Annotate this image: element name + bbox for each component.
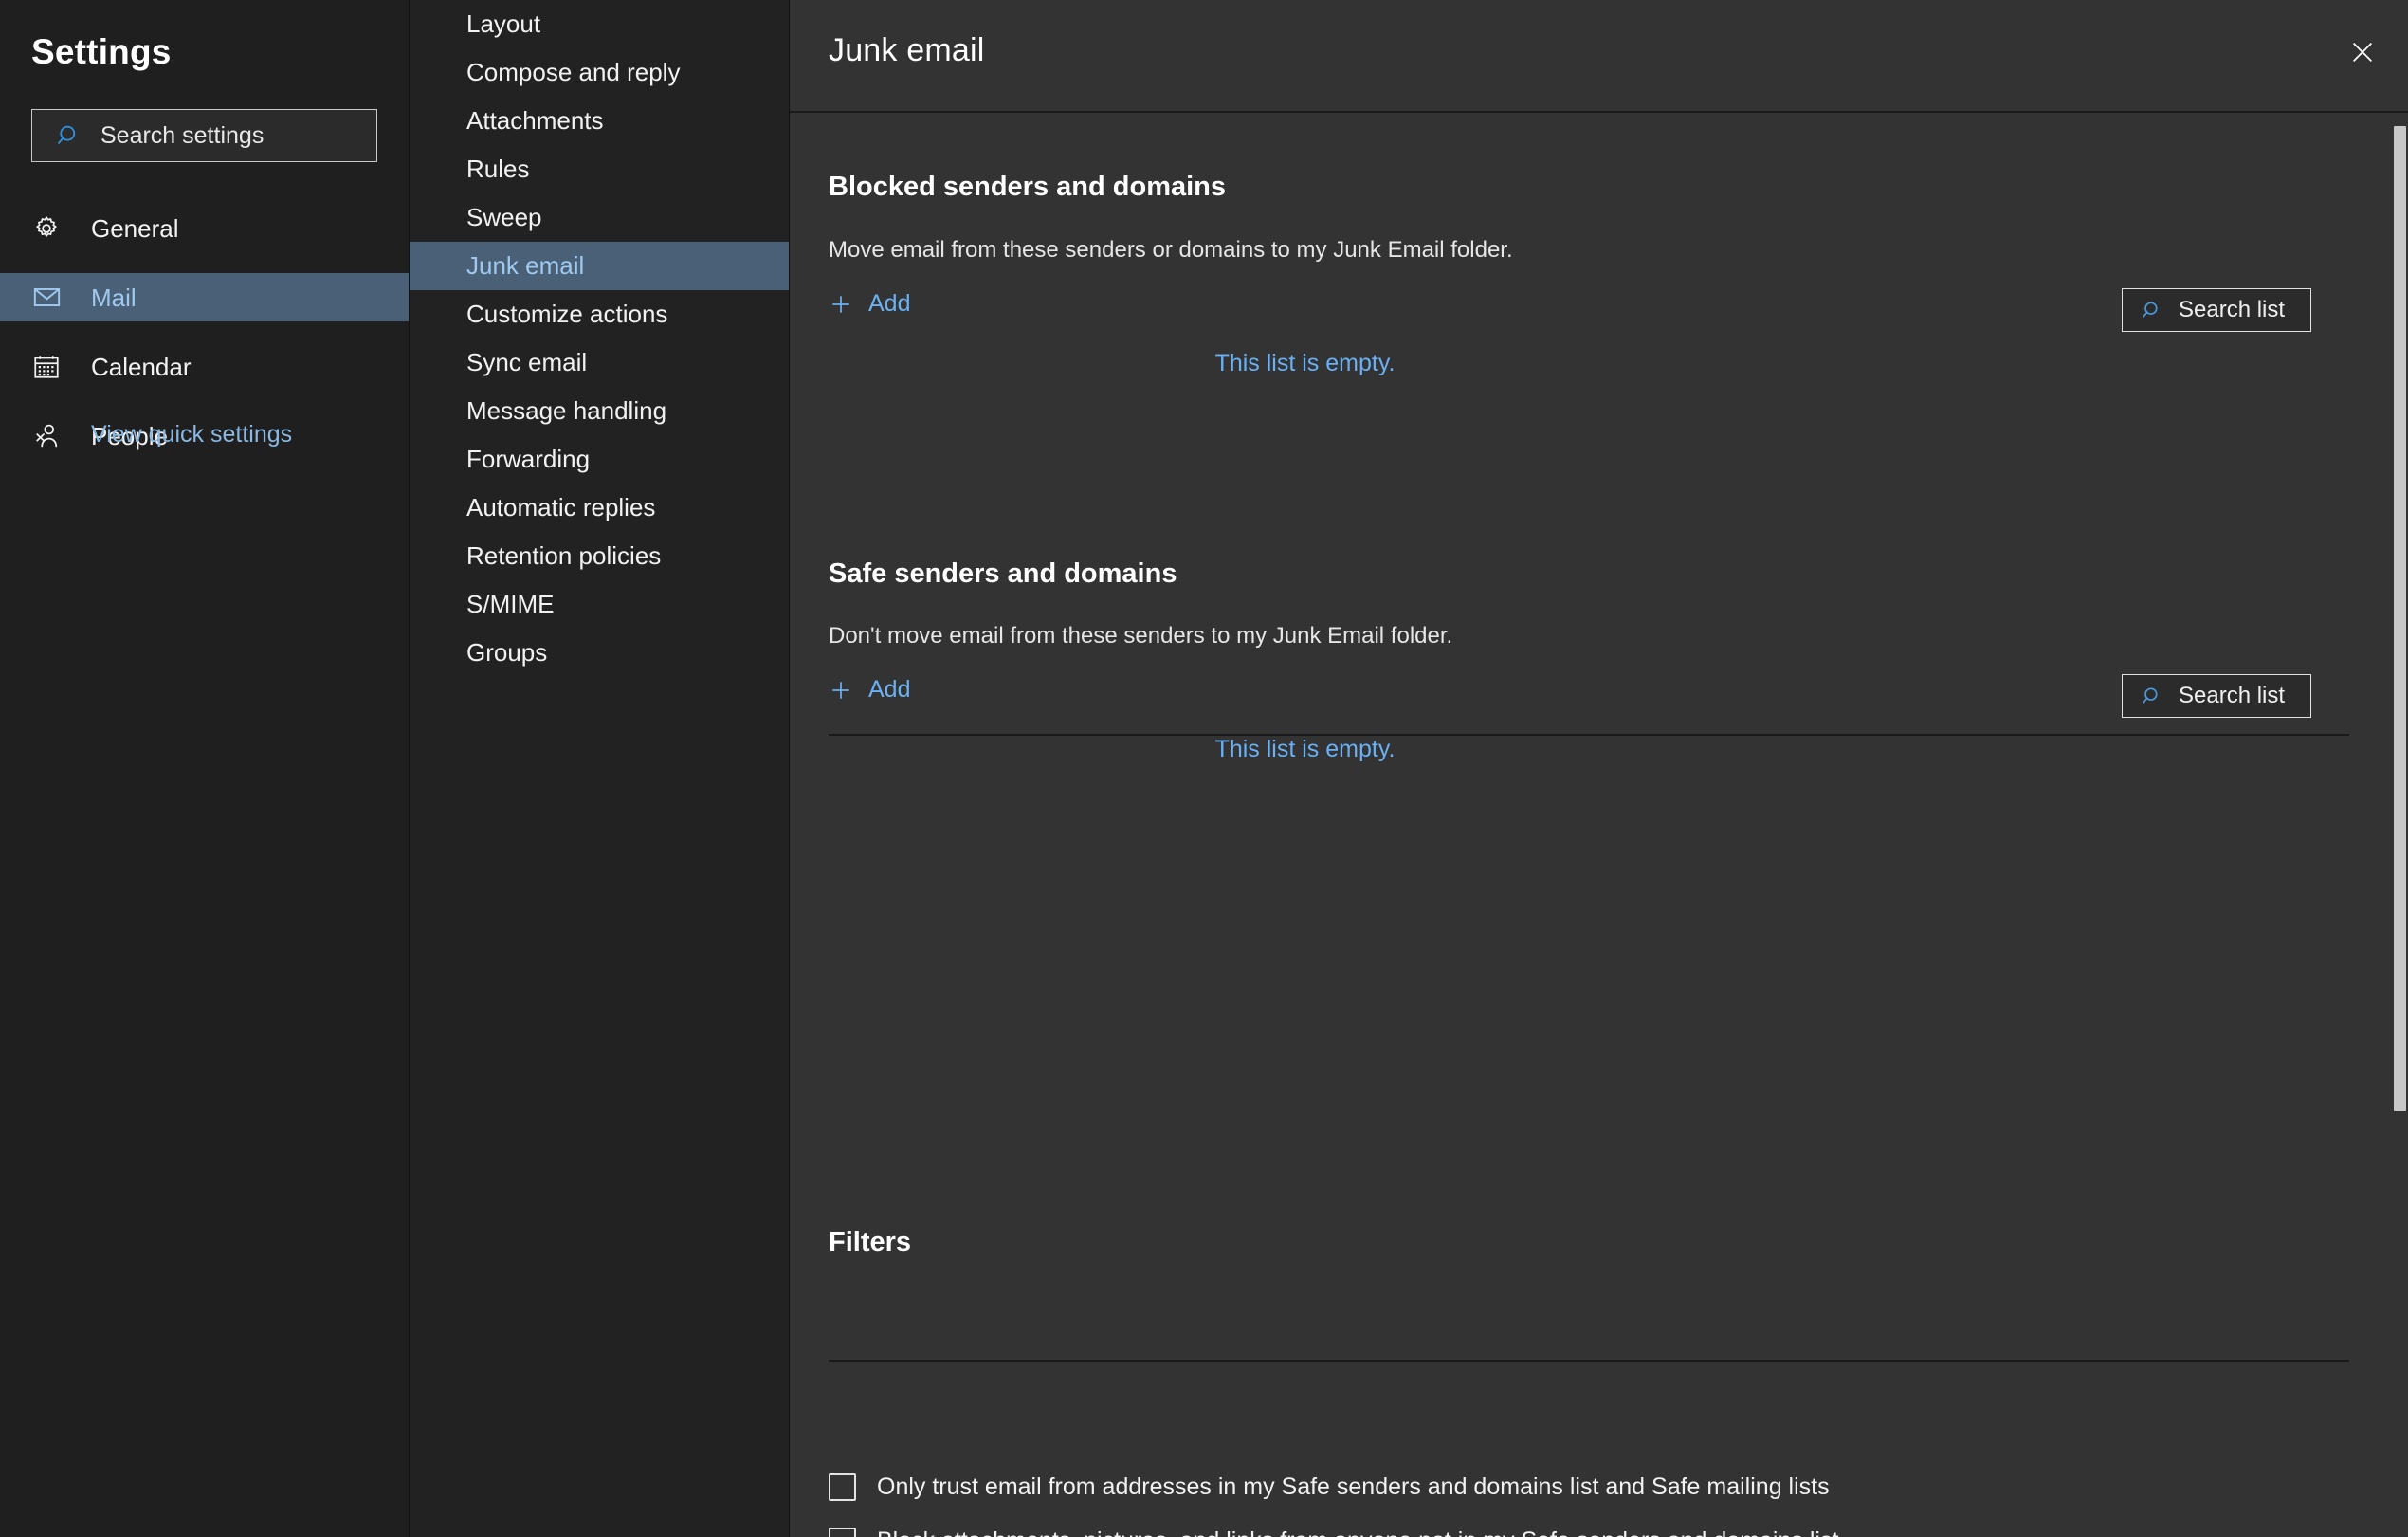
filters-heading: Filters: [829, 1227, 912, 1257]
nav-item-customize-actions[interactable]: Customize actions: [410, 290, 790, 339]
sidebar-item-general[interactable]: General: [0, 204, 410, 252]
calendar-icon: [31, 352, 62, 382]
filter-option-label: Only trust email from addresses in my Sa…: [877, 1473, 1830, 1500]
search-settings-placeholder: Search settings: [100, 121, 265, 149]
nav-item-groups[interactable]: Groups: [410, 629, 790, 677]
blocked-add-label: Add: [868, 290, 911, 317]
checkbox[interactable]: [829, 1528, 856, 1537]
mail-settings-nav-list: Layout Compose and reply Attachments Rul…: [410, 0, 790, 677]
blocked-senders-heading: Blocked senders and domains: [829, 172, 1227, 202]
sidebar-item-calendar[interactable]: Calendar: [0, 342, 410, 391]
nav-item-junk-email[interactable]: Junk email: [410, 242, 790, 290]
safe-add-label: Add: [868, 676, 911, 703]
gear-icon: [31, 213, 62, 244]
filter-option-label: Block attachments, pictures, and links f…: [877, 1528, 1838, 1537]
nav-item-rules[interactable]: Rules: [410, 145, 790, 193]
nav-item-compose-and-reply[interactable]: Compose and reply: [410, 48, 790, 97]
pane-scrollbar[interactable]: [2392, 113, 2408, 1537]
nav-item-message-handling[interactable]: Message handling: [410, 387, 790, 435]
safe-search-placeholder: Search list: [2179, 683, 2286, 708]
blocked-senders-description: Move email from these senders or domains…: [829, 237, 1513, 263]
blocked-search-list-input[interactable]: Search list: [2122, 288, 2311, 332]
page-title: Settings: [31, 32, 172, 71]
blocked-add-button[interactable]: Add: [829, 290, 910, 318]
sidebar-item-label: General: [91, 213, 179, 243]
nav-item-forwarding[interactable]: Forwarding: [410, 435, 790, 484]
safe-senders-heading: Safe senders and domains: [829, 558, 1177, 589]
sidebar-item-label: Calendar: [91, 352, 192, 381]
filter-option-row[interactable]: Block attachments, pictures, and links f…: [829, 1528, 1838, 1537]
plus-icon: [829, 678, 853, 703]
nav-item-automatic-replies[interactable]: Automatic replies: [410, 484, 790, 532]
pane-body: Blocked senders and domains Move email f…: [790, 113, 2408, 1537]
scrollbar-thumb[interactable]: [2394, 126, 2406, 1111]
nav-item-layout[interactable]: Layout: [410, 0, 790, 48]
search-settings-input[interactable]: Search settings: [31, 109, 377, 162]
nav-item-retention-policies[interactable]: Retention policies: [410, 532, 790, 580]
sidebar-item-label: Mail: [91, 283, 137, 312]
blocked-empty-text: This list is empty.: [1214, 350, 1396, 376]
plus-icon: [829, 292, 853, 317]
section-divider-2: [829, 1360, 2349, 1362]
search-icon: [2142, 300, 2163, 321]
nav-item-sweep[interactable]: Sweep: [410, 193, 790, 242]
blocked-empty-message: This list is empty.: [790, 350, 2408, 377]
search-icon: [57, 123, 82, 149]
envelope-icon: [31, 283, 62, 313]
safe-empty-text: This list is empty.: [1214, 736, 1396, 762]
sidebar-item-mail[interactable]: Mail: [0, 273, 410, 321]
nav-item-sync-email[interactable]: Sync email: [410, 339, 790, 387]
junk-email-pane: Junk email Blocked senders and domains M…: [790, 0, 2408, 1537]
checkbox[interactable]: [829, 1473, 856, 1501]
close-button[interactable]: [2343, 34, 2382, 74]
safe-add-button[interactable]: Add: [829, 676, 910, 704]
view-quick-settings-link[interactable]: View quick settings: [91, 421, 292, 448]
nav-item-attachments[interactable]: Attachments: [410, 97, 790, 145]
mail-settings-nav: Layout Compose and reply Attachments Rul…: [410, 0, 790, 1537]
safe-empty-message: This list is empty.: [790, 736, 2408, 763]
nav-item-smime[interactable]: S/MIME: [410, 580, 790, 629]
safe-senders-description: Don't move email from these senders to m…: [829, 623, 1453, 649]
blocked-search-placeholder: Search list: [2179, 297, 2286, 322]
filter-option-row[interactable]: Only trust email from addresses in my Sa…: [829, 1473, 1830, 1501]
search-icon: [2142, 686, 2163, 707]
pane-header: Junk email: [790, 0, 2408, 111]
safe-search-list-input[interactable]: Search list: [2122, 674, 2311, 718]
pane-title: Junk email: [829, 32, 985, 68]
people-icon: [31, 421, 62, 451]
settings-sidebar: Settings Search settings General Mail Ca…: [0, 0, 410, 1537]
close-icon: [2348, 38, 2377, 71]
settings-dialog: Settings Search settings General Mail Ca…: [0, 0, 2408, 1537]
